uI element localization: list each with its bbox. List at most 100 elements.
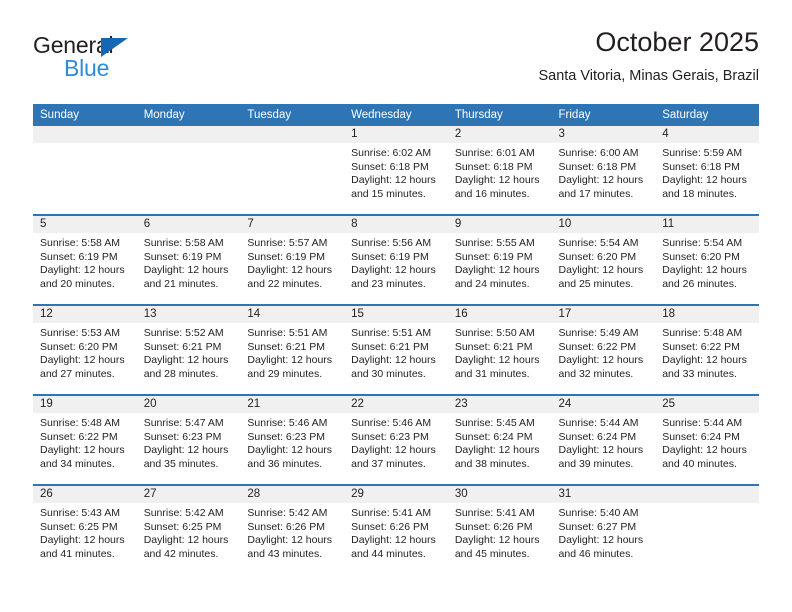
- calendar-day-cell[interactable]: 2 Sunrise: 6:01 AM Sunset: 6:18 PM Daylight…: [447, 126, 552, 216]
- day-details: Sunrise: 5:41 AM Sunset: 6:26 PM Daylight:…: [344, 503, 448, 561]
- daylight-duration-line1: Daylight: 12 hours: [40, 534, 125, 547]
- calendar-day-cell[interactable]: 12 Sunrise: 5:53 AM Sunset: 6:20 PM Dayligh…: [33, 305, 137, 396]
- calendar-day-cell[interactable]: 22 Sunrise: 5:46 AM Sunset: 6:23 PM Dayligh…: [344, 395, 448, 486]
- calendar-day-cell[interactable]: 10 Sunrise: 5:54 AM Sunset: 6:20 PM Dayligh…: [551, 215, 656, 306]
- calendar-day-cell[interactable]: 24 Sunrise: 5:44 AM Sunset: 6:24 PM Dayligh…: [551, 395, 656, 486]
- daylight-duration-line2: and 17 minutes.: [558, 187, 634, 200]
- day-details: Sunrise: 5:48 AM Sunset: 6:22 PM Daylight:…: [33, 413, 137, 471]
- sunrise-time: Sunrise: 5:48 AM: [662, 327, 743, 339]
- daylight-duration-line2: and 24 minutes.: [454, 277, 530, 290]
- calendar-day-cell[interactable]: 15 Sunrise: 5:51 AM Sunset: 6:21 PM Dayligh…: [344, 305, 448, 396]
- daylight-duration-line1: Daylight: 12 hours: [558, 354, 644, 367]
- calendar-day-cell[interactable]: 28 Sunrise: 5:42 AM Sunset: 6:26 PM Dayligh…: [240, 485, 345, 574]
- daylight-duration-line1: Daylight: 12 hours: [558, 534, 644, 547]
- sunset-time: Sunset: 6:23 PM: [351, 430, 429, 443]
- sunset-time: Sunset: 6:21 PM: [247, 340, 326, 353]
- sunrise-time: Sunrise: 5:42 AM: [143, 507, 224, 519]
- day-number: 2: [447, 126, 552, 143]
- sunset-time: Sunset: 6:21 PM: [454, 340, 533, 353]
- daylight-duration-line2: and 30 minutes.: [351, 367, 426, 380]
- daylight-duration-line1: Daylight: 12 hours: [40, 444, 125, 457]
- weekday-header-tuesday: Tuesday: [240, 104, 345, 126]
- calendar-day-cell[interactable]: 13 Sunrise: 5:52 AM Sunset: 6:21 PM Dayligh…: [136, 305, 241, 396]
- calendar-day-cell[interactable]: 23 Sunrise: 5:45 AM Sunset: 6:24 PM Dayligh…: [447, 395, 552, 486]
- calendar-day-cell[interactable]: 29 Sunrise: 5:41 AM Sunset: 6:26 PM Dayligh…: [344, 485, 448, 574]
- sunset-time: Sunset: 6:19 PM: [351, 250, 429, 263]
- day-number: [33, 126, 137, 143]
- sunset-time: Sunset: 6:21 PM: [143, 340, 222, 353]
- sunset-time: Sunset: 6:24 PM: [558, 430, 637, 443]
- sunrise-time: Sunrise: 5:52 AM: [143, 327, 224, 339]
- sunrise-time: Sunrise: 5:46 AM: [247, 417, 328, 429]
- sunrise-time: Sunrise: 5:58 AM: [40, 237, 120, 249]
- calendar-day-cell[interactable]: 25 Sunrise: 5:44 AM Sunset: 6:24 PM Dayligh…: [655, 395, 759, 486]
- sunset-time: Sunset: 6:18 PM: [662, 160, 740, 173]
- calendar-container: Sunday Monday Tuesday Wednesday Thursday…: [33, 104, 759, 574]
- calendar-day-cell[interactable]: 4 Sunrise: 5:59 AM Sunset: 6:18 PM Daylight…: [655, 126, 759, 216]
- daylight-duration-line1: Daylight: 12 hours: [351, 534, 436, 547]
- calendar-day-cell[interactable]: 26 Sunrise: 5:43 AM Sunset: 6:25 PM Dayligh…: [33, 485, 137, 574]
- day-number: 28: [240, 486, 345, 503]
- calendar-day-cell[interactable]: 30 Sunrise: 5:41 AM Sunset: 6:26 PM Dayligh…: [447, 485, 552, 574]
- calendar-day-cell[interactable]: 19 Sunrise: 5:48 AM Sunset: 6:22 PM Dayligh…: [33, 395, 137, 486]
- calendar-day-cell[interactable]: 14 Sunrise: 5:51 AM Sunset: 6:21 PM Dayligh…: [240, 305, 345, 396]
- sunset-time: Sunset: 6:26 PM: [247, 520, 326, 533]
- daylight-duration-line1: Daylight: 12 hours: [143, 534, 229, 547]
- calendar-day-cell[interactable]: 16 Sunrise: 5:50 AM Sunset: 6:21 PM Dayligh…: [447, 305, 552, 396]
- calendar-day-cell[interactable]: 17 Sunrise: 5:49 AM Sunset: 6:22 PM Dayligh…: [551, 305, 656, 396]
- general-blue-logo[interactable]: General Blue: [33, 32, 173, 84]
- daylight-duration-line2: and 42 minutes.: [143, 547, 219, 560]
- calendar-day-cell[interactable]: 27 Sunrise: 5:42 AM Sunset: 6:25 PM Dayligh…: [136, 485, 241, 574]
- day-details: Sunrise: 5:54 AM Sunset: 6:20 PM Daylight:…: [655, 233, 759, 291]
- calendar-week-row: 12 Sunrise: 5:53 AM Sunset: 6:20 PM Dayligh…: [33, 305, 759, 396]
- weekday-header-sunday: Sunday: [33, 104, 137, 126]
- daylight-duration-line1: Daylight: 12 hours: [40, 354, 125, 367]
- sunrise-time: Sunrise: 6:01 AM: [454, 147, 535, 159]
- calendar-day-cell[interactable]: 20 Sunrise: 5:47 AM Sunset: 6:23 PM Dayligh…: [136, 395, 241, 486]
- calendar-day-cell[interactable]: 18 Sunrise: 5:48 AM Sunset: 6:22 PM Dayligh…: [655, 305, 759, 396]
- calendar-day-cell[interactable]: 6 Sunrise: 5:58 AM Sunset: 6:19 PM Daylight…: [136, 215, 241, 306]
- calendar-day-cell-empty: [240, 126, 345, 216]
- calendar-day-cell[interactable]: 8 Sunrise: 5:56 AM Sunset: 6:19 PM Daylight…: [344, 215, 448, 306]
- day-details: Sunrise: 5:44 AM Sunset: 6:24 PM Daylight:…: [552, 413, 656, 471]
- sunrise-time: Sunrise: 5:55 AM: [454, 237, 535, 249]
- calendar-day-cell[interactable]: 9 Sunrise: 5:55 AM Sunset: 6:19 PM Daylight…: [447, 215, 552, 306]
- sunrise-time: Sunrise: 5:47 AM: [143, 417, 224, 429]
- sunrise-time: Sunrise: 5:44 AM: [558, 417, 639, 429]
- day-details: Sunrise: 6:02 AM Sunset: 6:18 PM Daylight:…: [344, 143, 448, 201]
- calendar-day-cell[interactable]: 11 Sunrise: 5:54 AM Sunset: 6:20 PM Dayligh…: [655, 215, 759, 306]
- daylight-duration-line1: Daylight: 12 hours: [454, 444, 540, 457]
- daylight-duration-line2: and 15 minutes.: [351, 187, 426, 200]
- sunset-time: Sunset: 6:22 PM: [558, 340, 637, 353]
- day-number: 23: [447, 396, 552, 413]
- calendar-day-cell[interactable]: 7 Sunrise: 5:57 AM Sunset: 6:19 PM Daylight…: [240, 215, 345, 306]
- day-details: Sunrise: 5:49 AM Sunset: 6:22 PM Daylight:…: [552, 323, 656, 381]
- day-number: 6: [136, 216, 241, 233]
- calendar-day-cell[interactable]: 1 Sunrise: 6:02 AM Sunset: 6:18 PM Daylight…: [344, 126, 448, 216]
- calendar-day-cell[interactable]: 31 Sunrise: 5:40 AM Sunset: 6:27 PM Dayligh…: [551, 485, 656, 574]
- sunrise-time: Sunrise: 5:41 AM: [351, 507, 432, 519]
- sunset-time: Sunset: 6:24 PM: [662, 430, 740, 443]
- sunrise-time: Sunrise: 5:50 AM: [454, 327, 535, 339]
- calendar-page: General Blue October 2025 Santa Vitoria,…: [0, 0, 792, 612]
- calendar-day-cell[interactable]: 5 Sunrise: 5:58 AM Sunset: 6:19 PM Daylight…: [33, 215, 137, 306]
- sunset-time: Sunset: 6:19 PM: [143, 250, 222, 263]
- calendar-body: 1 Sunrise: 6:02 AM Sunset: 6:18 PM Daylight…: [33, 126, 759, 574]
- sunrise-time: Sunrise: 5:58 AM: [143, 237, 224, 249]
- day-number: 4: [655, 126, 759, 143]
- day-number: 5: [33, 216, 137, 233]
- day-details: Sunrise: 5:45 AM Sunset: 6:24 PM Daylight:…: [448, 413, 552, 471]
- day-details: Sunrise: 5:51 AM Sunset: 6:21 PM Daylight:…: [344, 323, 448, 381]
- day-number: 26: [33, 486, 137, 503]
- daylight-duration-line1: Daylight: 12 hours: [40, 264, 125, 277]
- day-details: Sunrise: 5:52 AM Sunset: 6:21 PM Daylight:…: [137, 323, 241, 381]
- daylight-duration-line2: and 18 minutes.: [662, 187, 737, 200]
- day-details: Sunrise: 5:54 AM Sunset: 6:20 PM Daylight:…: [552, 233, 656, 291]
- calendar-day-cell[interactable]: 21 Sunrise: 5:46 AM Sunset: 6:23 PM Dayligh…: [240, 395, 345, 486]
- sunset-time: Sunset: 6:25 PM: [143, 520, 222, 533]
- daylight-duration-line2: and 39 minutes.: [558, 457, 634, 470]
- calendar-day-cell[interactable]: 3 Sunrise: 6:00 AM Sunset: 6:18 PM Daylight…: [551, 126, 656, 216]
- daylight-duration-line1: Daylight: 12 hours: [662, 264, 747, 277]
- daylight-duration-line2: and 31 minutes.: [454, 367, 530, 380]
- daylight-duration-line1: Daylight: 12 hours: [351, 264, 436, 277]
